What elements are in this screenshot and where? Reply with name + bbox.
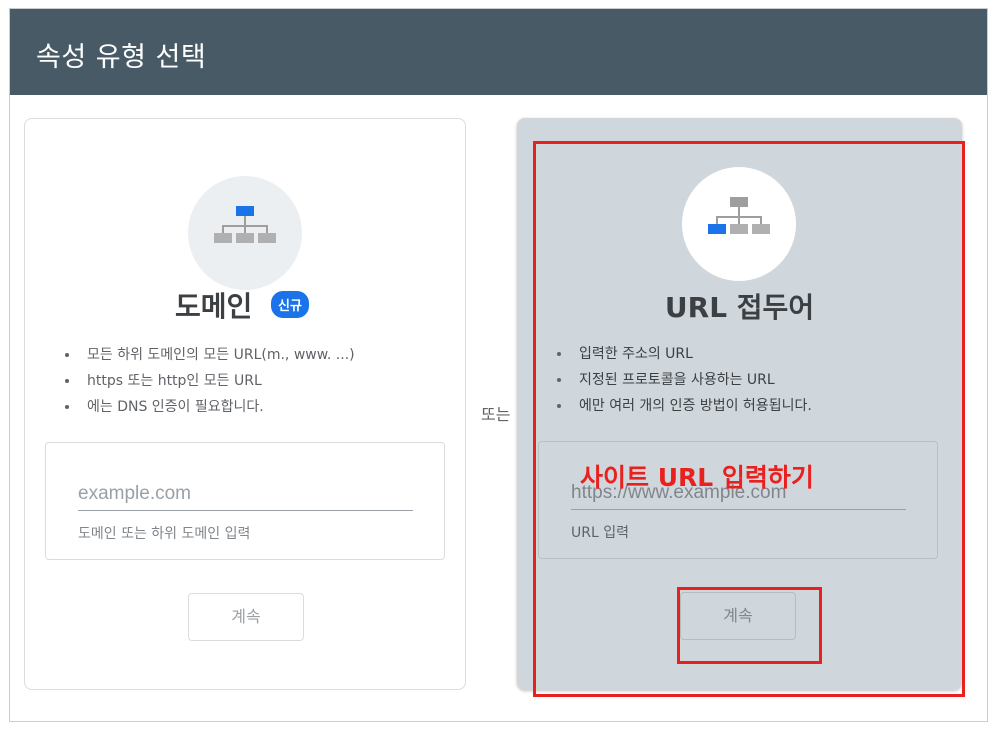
sitemap-icon bbox=[188, 176, 302, 290]
dialog-header: 속성 유형 선택 bbox=[10, 9, 987, 95]
list-item: https 또는 http인 모든 URL bbox=[61, 371, 355, 397]
list-item: 에는 DNS 인증이 필요합니다. bbox=[61, 397, 355, 423]
annotation-text: 사이트 URL 입력하기 bbox=[580, 463, 814, 492]
domain-card-title: 도메인 bbox=[175, 290, 253, 323]
dialog-title: 속성 유형 선택 bbox=[36, 42, 207, 73]
list-item: 모든 하위 도메인의 모든 URL(m., www. ...) bbox=[61, 345, 355, 371]
domain-continue-button[interactable]: 계속 bbox=[188, 593, 304, 641]
domain-input[interactable] bbox=[78, 477, 413, 511]
or-separator: 또는 bbox=[481, 405, 511, 424]
domain-input-hint: 도메인 또는 하위 도메인 입력 bbox=[78, 526, 251, 542]
highlight-box-button bbox=[677, 587, 822, 664]
domain-feature-list: 모든 하위 도메인의 모든 URL(m., www. ...) https 또는… bbox=[61, 345, 355, 423]
domain-input-container: 도메인 또는 하위 도메인 입력 bbox=[45, 442, 445, 560]
new-badge: 신규 bbox=[271, 291, 309, 318]
domain-property-card[interactable]: 도메인 신규 모든 하위 도메인의 모든 URL(m., www. ...) h… bbox=[24, 118, 466, 690]
